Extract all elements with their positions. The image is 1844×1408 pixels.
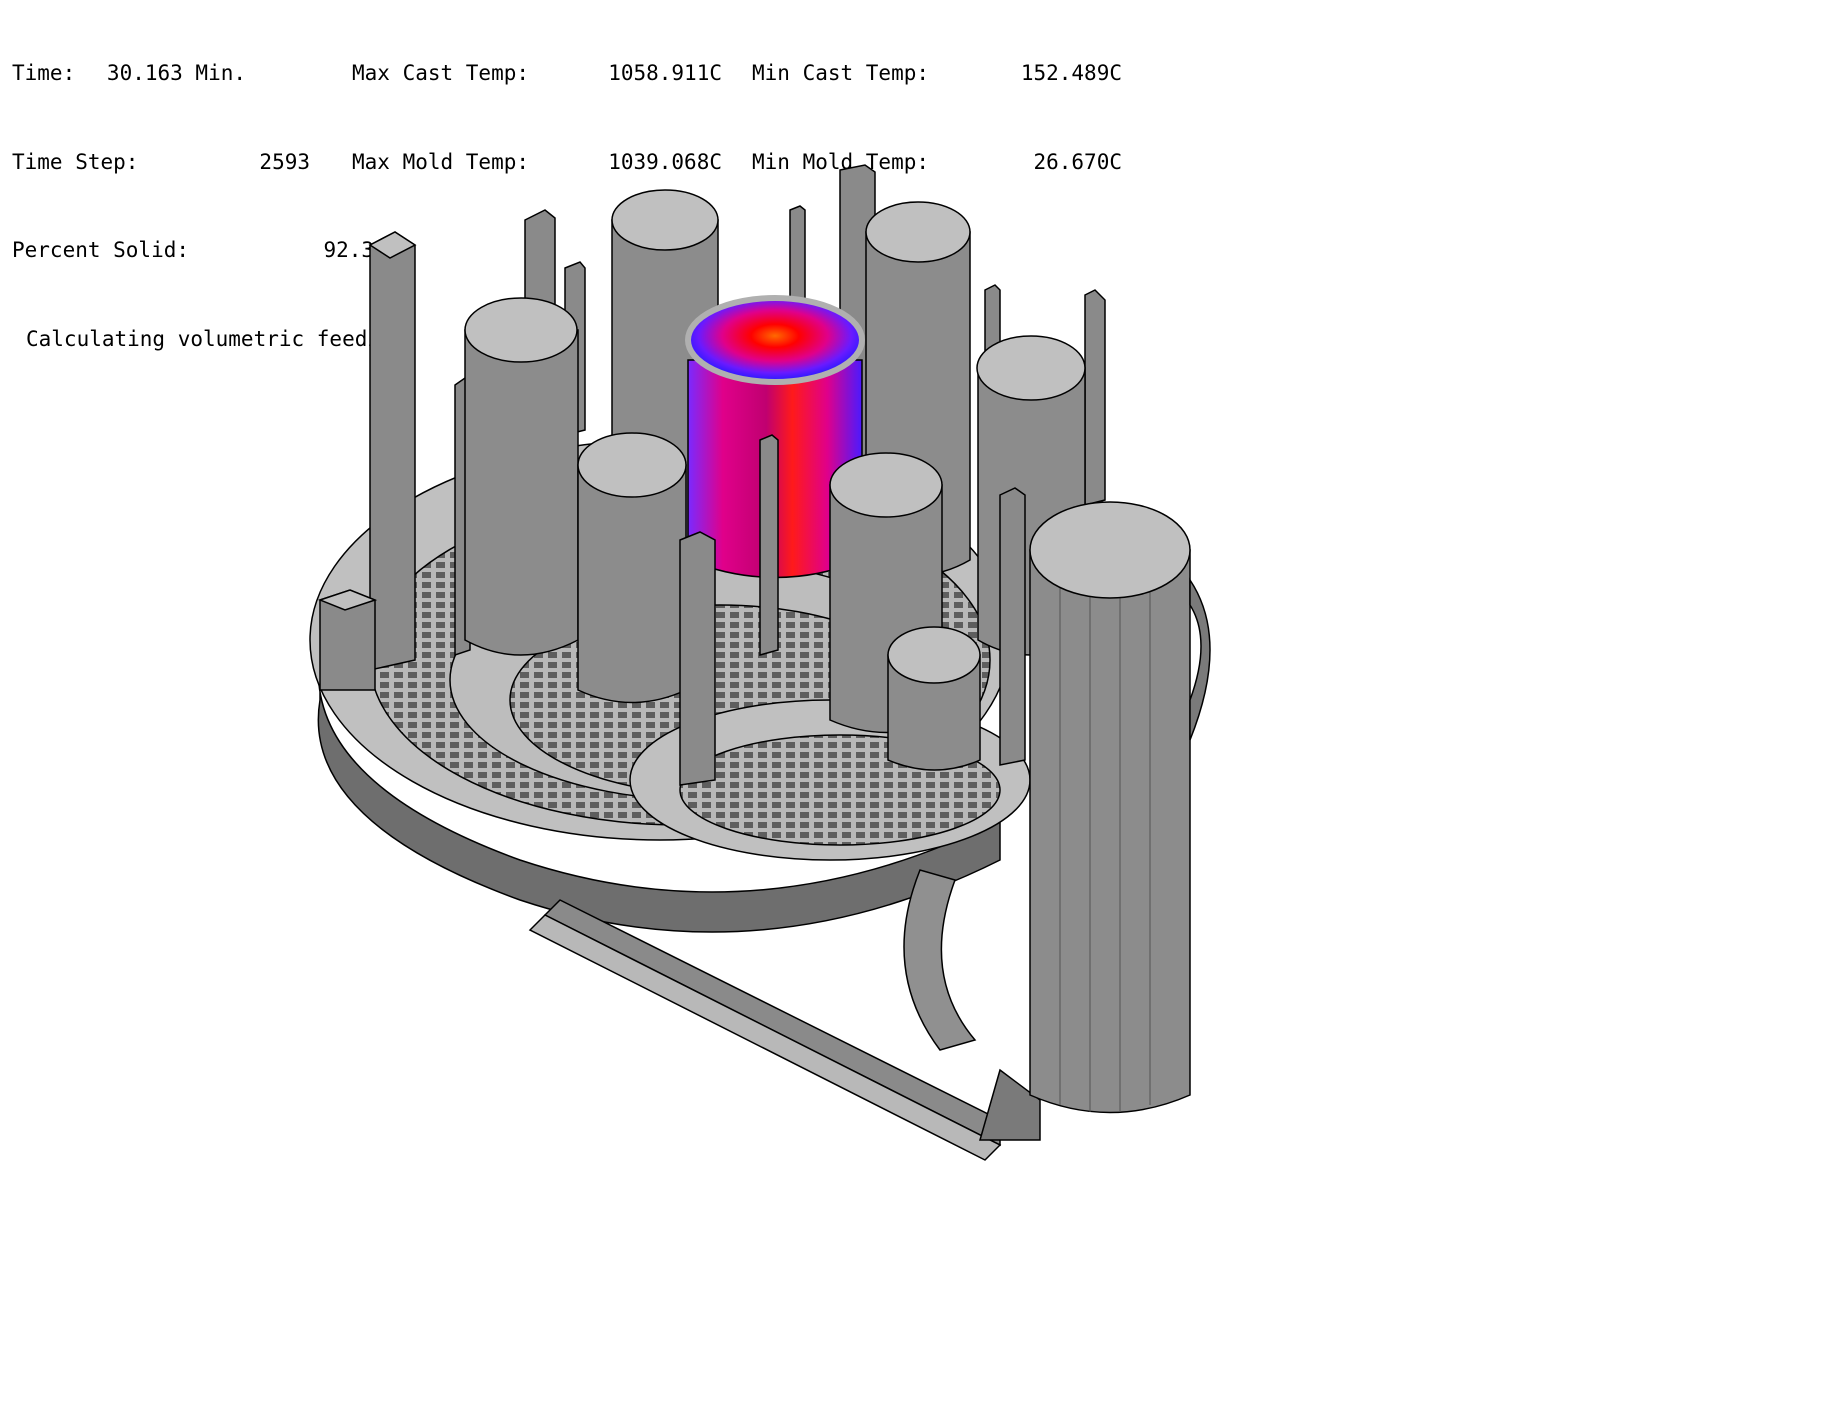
side-ring [1189, 577, 1211, 741]
status-row-1: Time: 30.163 Min. Max Cast Temp: 1058.91… [12, 59, 1122, 89]
casting-3d-viewport[interactable] [0, 120, 1844, 1408]
casting-model [309, 164, 1211, 1161]
min-cast-temp-value: 152.489C [1020, 61, 1122, 85]
large-riser-cylinder [1029, 501, 1191, 1114]
